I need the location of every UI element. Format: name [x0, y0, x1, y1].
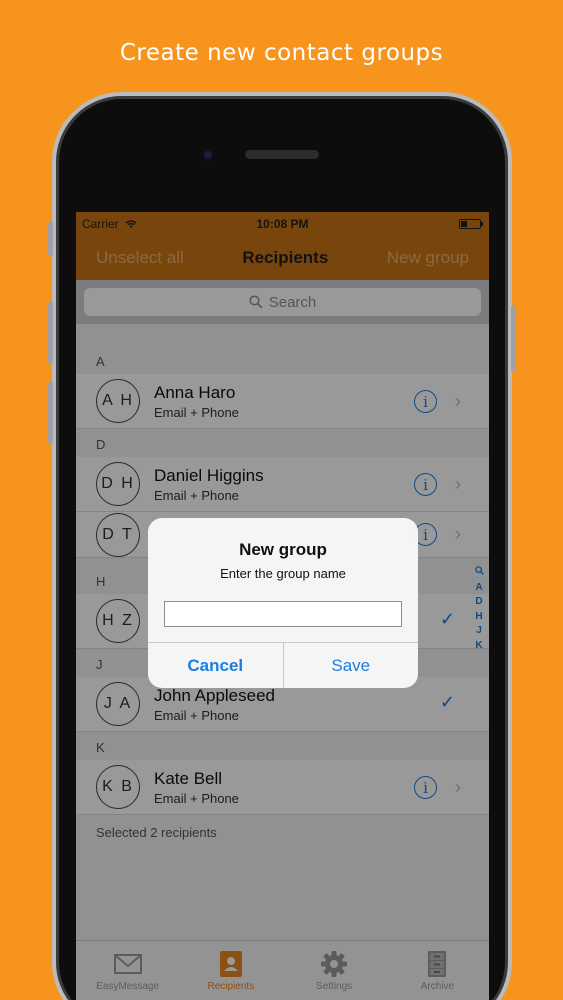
tab-archive[interactable]: Archive	[386, 941, 489, 1000]
tab-bar: EasyMessage Recipients Settings Archive	[76, 940, 489, 1000]
section-header-k: K	[76, 732, 489, 760]
index-letter[interactable]: J	[473, 624, 485, 639]
contact-detail: Email + Phone	[154, 707, 239, 723]
status-bar: Carrier 10:08 PM	[76, 212, 489, 236]
new-group-button[interactable]: New group	[387, 248, 469, 268]
info-icon[interactable]: i	[414, 390, 437, 413]
contact-name: John Appleseed	[154, 685, 275, 705]
tab-label: EasyMessage	[96, 981, 160, 992]
tab-settings[interactable]: Settings	[283, 941, 386, 1000]
index-letter[interactable]: A	[473, 581, 485, 596]
filing-cabinet-icon	[428, 951, 447, 977]
new-group-dialog: New group Enter the group name Cancel Sa…	[148, 518, 418, 688]
search-bar: Search	[76, 280, 489, 324]
avatar: D H	[96, 462, 140, 506]
section-header-d: D	[76, 429, 489, 457]
unselect-all-button[interactable]: Unselect all	[96, 248, 184, 268]
chevron-right-icon: ›	[455, 474, 461, 494]
front-camera	[201, 148, 215, 162]
avatar: H Z	[96, 599, 140, 643]
section-header-a: A	[76, 346, 489, 374]
info-icon[interactable]: i	[414, 776, 437, 799]
contact-detail: Email + Phone	[154, 790, 239, 806]
index-letter[interactable]: H	[473, 610, 485, 625]
volume-down-button	[48, 382, 53, 444]
volume-up-button	[48, 302, 53, 364]
search-icon	[249, 295, 263, 309]
contact-row[interactable]: A H Anna Haro Email + Phone i ›	[76, 374, 489, 429]
avatar: D T	[96, 512, 140, 557]
navigation-bar: Unselect all Recipients New group	[76, 236, 489, 280]
cancel-button[interactable]: Cancel	[148, 643, 284, 688]
tab-easymessage[interactable]: EasyMessage	[76, 941, 179, 1000]
index-search-icon[interactable]	[473, 566, 485, 581]
nav-title: Recipients	[242, 248, 329, 267]
chevron-right-icon: ›	[455, 777, 461, 797]
search-placeholder: Search	[268, 293, 317, 311]
contact-name: Daniel Higgins	[154, 465, 264, 485]
search-field[interactable]: Search	[84, 288, 481, 316]
info-icon[interactable]: i	[414, 473, 437, 496]
chevron-right-icon: ›	[455, 391, 461, 411]
tab-label: Recipients	[207, 981, 255, 992]
mute-switch	[48, 222, 53, 256]
contacts-book-icon	[219, 951, 242, 977]
contact-detail: Email + Phone	[154, 487, 239, 503]
tab-label: Archive	[420, 981, 455, 992]
contact-detail: Email + Phone	[154, 404, 239, 420]
dialog-actions: Cancel Save	[148, 642, 418, 688]
headline: Create new contact groups	[119, 40, 444, 66]
status-time: 10:08 PM	[256, 217, 309, 231]
checkmark-icon: ✓	[439, 692, 455, 712]
battery-icon	[459, 219, 483, 229]
group-name-input[interactable]	[164, 601, 402, 627]
contact-name: Anna Haro	[154, 382, 236, 402]
envelope-icon	[113, 954, 142, 974]
power-button	[511, 306, 516, 372]
dialog-title: New group	[239, 540, 327, 559]
avatar: J A	[96, 682, 140, 726]
tab-recipients[interactable]: Recipients	[179, 941, 282, 1000]
save-button[interactable]: Save	[284, 643, 419, 688]
chevron-right-icon: ›	[455, 524, 461, 544]
avatar: K B	[96, 765, 140, 809]
tab-label: Settings	[316, 981, 353, 992]
avatar: A H	[96, 379, 140, 423]
contact-row[interactable]: D H Daniel Higgins Email + Phone i ›	[76, 457, 489, 512]
gear-icon	[321, 951, 348, 977]
contact-name: Kate Bell	[154, 768, 223, 788]
index-letter[interactable]: D	[473, 595, 485, 610]
contact-row[interactable]: K B Kate Bell Email + Phone i ›	[76, 760, 489, 815]
dialog-message: Enter the group name	[220, 566, 346, 581]
checkmark-icon: ✓	[439, 609, 455, 629]
section-index[interactable]: A D H J K	[473, 566, 485, 653]
index-letter[interactable]: K	[473, 639, 485, 654]
selection-summary: Selected 2 recipients	[76, 815, 489, 945]
earpiece-speaker	[245, 150, 319, 159]
